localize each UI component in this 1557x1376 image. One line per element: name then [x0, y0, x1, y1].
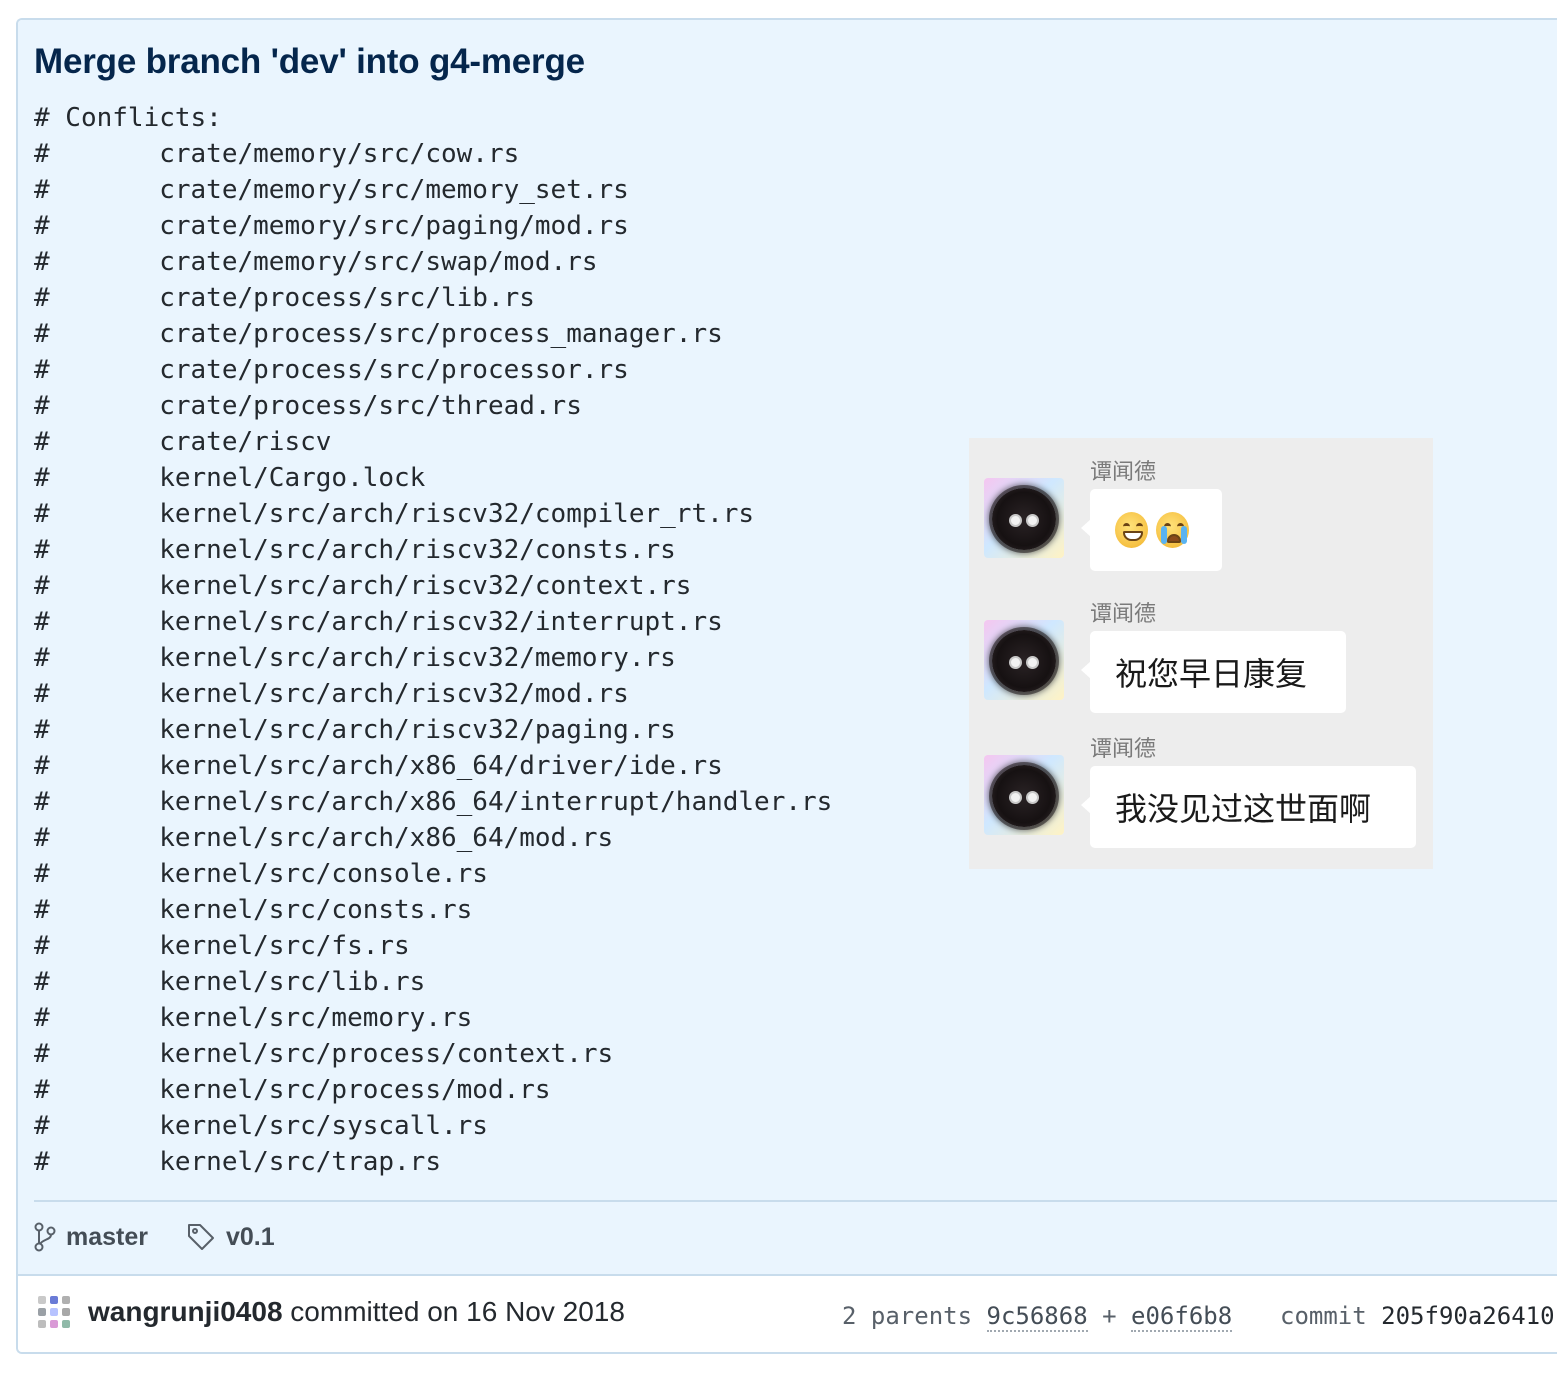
commit-message-line: # kernel/src/trap.rs: [34, 1147, 441, 1177]
commit-meta: wangrunji0408 committed on 16 Nov 2018 2…: [18, 1276, 1557, 1352]
chat-bubble[interactable]: [1081, 489, 1222, 571]
divider: [34, 1200, 1557, 1202]
parents: 2 parents 9c56868 + e06f6b8: [842, 1302, 1233, 1332]
commit-message-line: # kernel/src/arch/riscv32/mod.rs: [34, 679, 629, 709]
grinning-face-icon: [1115, 512, 1148, 548]
parent-sha-link[interactable]: e06f6b8: [1131, 1302, 1233, 1332]
commit-message-line: # kernel/src/lib.rs: [34, 967, 426, 997]
git-branch-icon: [34, 1222, 56, 1252]
chat-avatar[interactable]: [984, 478, 1064, 558]
commit-message-line: # crate/process/src/lib.rs: [34, 283, 535, 313]
author-link[interactable]: wangrunji0408: [88, 1296, 283, 1327]
commit-label: commit: [1280, 1302, 1367, 1330]
branch-row: master v0.1: [34, 1222, 275, 1252]
commit-message-line: # crate/memory/src/swap/mod.rs: [34, 247, 598, 277]
commit-message-line: # kernel/src/arch/riscv32/context.rs: [34, 571, 692, 601]
commit-message-line: # kernel/src/process/context.rs: [34, 1039, 614, 1069]
commit-message-line: # kernel/src/memory.rs: [34, 1003, 473, 1033]
commit-message-line: # kernel/src/process/mod.rs: [34, 1075, 551, 1105]
commit-message-line: # crate/process/src/thread.rs: [34, 391, 582, 421]
committed-date: committed on 16 Nov 2018: [290, 1296, 625, 1327]
commit-message-line: # crate/memory/src/memory_set.rs: [34, 175, 629, 205]
commit-message-line: # kernel/src/console.rs: [34, 859, 488, 889]
commit-message: # Conflicts: # crate/memory/src/cow.rs # c…: [34, 100, 832, 1180]
commit-sha: commit 205f90a264101: [1280, 1302, 1557, 1330]
chat-avatar[interactable]: [984, 755, 1064, 835]
chat-avatar[interactable]: [984, 620, 1064, 700]
commit-message-line: # kernel/src/arch/riscv32/compiler_rt.rs: [34, 499, 755, 529]
commit-message-line: # kernel/src/arch/riscv32/interrupt.rs: [34, 607, 723, 637]
branch-link[interactable]: master: [66, 1223, 148, 1252]
parents-plus: +: [1102, 1302, 1117, 1330]
commit-message-line: # kernel/src/arch/riscv32/memory.rs: [34, 643, 676, 673]
tag-link[interactable]: v0.1: [226, 1223, 275, 1252]
chat-sender: 谭闻德: [1090, 737, 1157, 762]
chat-bubble[interactable]: 祝您早日康复: [1081, 631, 1346, 713]
chat-sender: 谭闻德: [1090, 460, 1157, 485]
commit-message-line: # kernel/src/arch/riscv32/consts.rs: [34, 535, 676, 565]
author-line: wangrunji0408 committed on 16 Nov 2018: [88, 1296, 625, 1328]
author-avatar[interactable]: [36, 1294, 72, 1330]
commit-message-line: # crate/riscv: [34, 427, 332, 457]
commit-message-line: # kernel/src/arch/riscv32/paging.rs: [34, 715, 676, 745]
crying-face-icon: [1156, 512, 1189, 548]
commit-message-line: # kernel/src/syscall.rs: [34, 1111, 488, 1141]
tag-icon: [186, 1222, 216, 1252]
commit-message-line: # kernel/src/arch/x86_64/driver/ide.rs: [34, 751, 723, 781]
commit-message-line: # crate/memory/src/paging/mod.rs: [34, 211, 629, 241]
commit-message-line: # kernel/Cargo.lock: [34, 463, 426, 493]
chat-sender: 谭闻德: [1090, 602, 1157, 627]
commit-message-line: # kernel/src/arch/x86_64/mod.rs: [34, 823, 614, 853]
commit-sha-value[interactable]: 205f90a264101: [1381, 1302, 1557, 1330]
commit-title: Merge branch 'dev' into g4-merge: [34, 42, 585, 81]
commit-message-line: # kernel/src/arch/x86_64/interrupt/handl…: [34, 787, 833, 817]
chat-panel: 谭闻德 谭闻德 祝您早日康复 谭闻德 我没见过这世面啊: [969, 438, 1433, 869]
commit-message-line: # kernel/src/consts.rs: [34, 895, 473, 925]
chat-bubble[interactable]: 我没见过这世面啊: [1081, 766, 1416, 848]
commit-message-line: # crate/process/src/process_manager.rs: [34, 319, 723, 349]
commit-message-line: # crate/process/src/processor.rs: [34, 355, 629, 385]
commit-message-line: # Conflicts:: [34, 103, 222, 133]
parent-sha-link[interactable]: 9c56868: [986, 1302, 1088, 1332]
commit-message-line: # kernel/src/fs.rs: [34, 931, 410, 961]
parents-label: 2 parents: [842, 1302, 973, 1330]
commit-message-line: # crate/memory/src/cow.rs: [34, 139, 520, 169]
